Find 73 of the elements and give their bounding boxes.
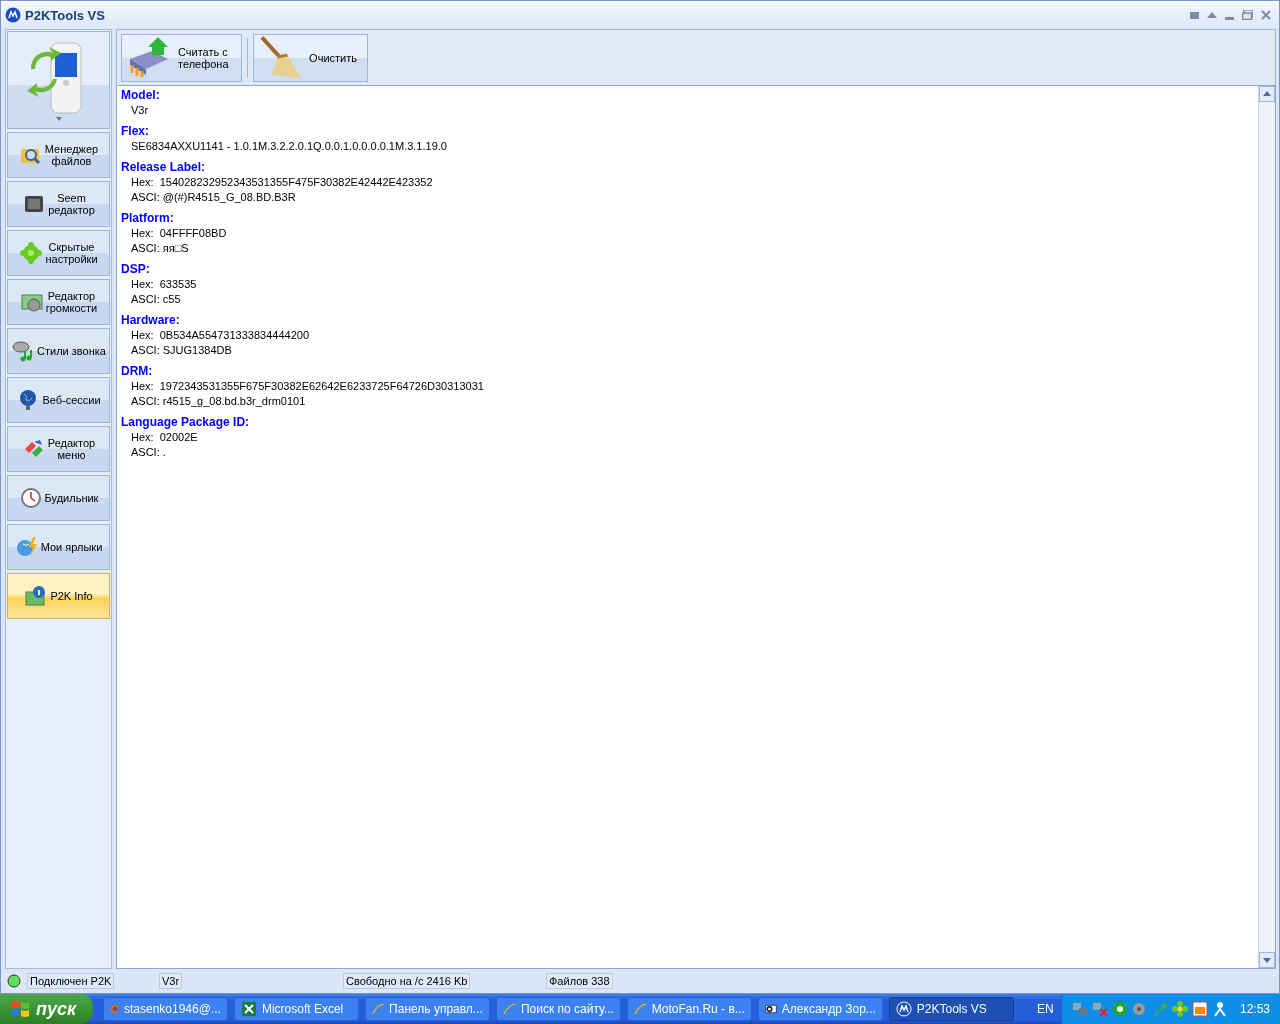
field-value: Hex: 1972343531355F675F30382E62642E6233725F64726D30313031 [130, 379, 485, 393]
square-icon[interactable] [1190, 11, 1199, 19]
toolbar-button[interactable]: Очистить [253, 33, 368, 82]
field-value: ASCI: яя□S [130, 241, 190, 255]
taskbar-button[interactable]: stasenko1946@... [102, 997, 228, 1021]
windows-flag-icon [10, 1000, 30, 1018]
field-value: Hex: 02002E [130, 430, 199, 444]
taskbar-button[interactable]: MotoFan.Ru - в... [626, 997, 752, 1021]
field-value: ASCI: c55 [130, 292, 182, 306]
network-icon[interactable] [1071, 1001, 1088, 1017]
app-logo-icon [895, 1001, 912, 1017]
field-value: Hex: 04FFFF08BD [130, 226, 228, 240]
app-logo-icon [5, 7, 21, 23]
field-value: SE6834AXXU1141 - 1.0.1M.3.2.2.0.1Q.0.0.1.0.0.0.0.1M.3.1.19.0 [130, 139, 448, 153]
scroll-up-icon[interactable] [1259, 86, 1275, 102]
field-heading: Language Package ID: [121, 415, 251, 429]
language-indicator[interactable]: EN [1029, 1002, 1061, 1016]
flower-icon[interactable] [1171, 1001, 1188, 1017]
sidebar-item[interactable]: Будильник [7, 475, 110, 521]
field-value: V3r [130, 103, 150, 117]
sidebar-item[interactable]: Менеджер файлов [7, 132, 110, 178]
caret-down-icon [55, 117, 62, 121]
taskbar-button[interactable]: Александр Зор... [757, 997, 883, 1021]
ring-icon[interactable] [1111, 1001, 1128, 1017]
field-value: Hex: 0B534A554731333834444200 [130, 328, 310, 342]
window-title: P2KTools VS [25, 7, 105, 23]
tool-icon [18, 486, 43, 510]
sidebar-item[interactable]: Редактор меню [7, 426, 110, 472]
taskbar-button[interactable]: Панель управл... [364, 997, 490, 1021]
field-value: ASCI: @(#)R4515_G_08.BD.B3R [130, 190, 297, 204]
sidebar-item[interactable]: P2K Info [7, 573, 110, 619]
field-heading: Model: [121, 88, 161, 102]
field-heading: Hardware: [121, 313, 181, 327]
status-panel: V3r [159, 973, 183, 989]
taskbar-button[interactable]: Microsoft Excel [233, 997, 359, 1021]
phone-sync-button[interactable] [7, 31, 110, 129]
start-button[interactable]: пуск [0, 994, 93, 1024]
restore-icon[interactable] [1242, 10, 1253, 20]
network-error-icon[interactable] [1091, 1001, 1108, 1017]
field-value: ASCI: r4515_g_08.bd.b3r_drm0101 [130, 394, 307, 408]
scroll-down-icon[interactable] [1259, 952, 1275, 968]
status-led-icon [7, 974, 21, 988]
figure-icon[interactable] [1211, 1001, 1228, 1017]
sidebar-item[interactable]: Редактор громкости [7, 279, 110, 325]
sidebar-item[interactable]: Мои ярлыки [7, 524, 110, 570]
status-panel: Свободно на /c 2416 Kb [343, 973, 471, 989]
calendar-icon[interactable] [1191, 1001, 1208, 1017]
taskbar-button[interactable]: Поиск по сайту... [495, 997, 621, 1021]
field-heading: Flex: [121, 124, 150, 138]
field-heading: Release Label: [121, 160, 207, 174]
field-heading: Platform: [121, 211, 175, 225]
status-panel: Файлов 338 [546, 973, 613, 989]
toolbar-button[interactable]: Считать с телефона [121, 33, 242, 82]
tool-icon [14, 535, 39, 559]
field-heading: DRM: [121, 364, 154, 378]
minimize-icon[interactable] [1225, 16, 1234, 20]
status-panel: Подключен P2K [27, 973, 115, 989]
tool-icon [19, 241, 44, 265]
field-value: Hex: 633535 [130, 277, 198, 291]
taskbar-button[interactable]: P2KTools VS [888, 997, 1014, 1021]
field-value: ASCI: SJUG1384DB [130, 343, 233, 357]
sidebar-item[interactable]: Seem редактор [7, 181, 110, 227]
sidebar-item[interactable]: Скрытые настройки [7, 230, 110, 276]
spreadsheet-icon [240, 1001, 257, 1017]
field-value: Hex: 154028232952343531355F475F30382E42442E423352 [130, 175, 434, 189]
speaker-icon[interactable] [1131, 1001, 1148, 1017]
field-heading: DSP: [121, 262, 151, 276]
close-icon[interactable] [1261, 10, 1271, 20]
clock: 12:53 [1239, 1002, 1270, 1016]
sidebar-item[interactable]: Стили звонка [7, 328, 110, 374]
sidebar-item[interactable]: Веб-сессии [7, 377, 110, 423]
caret-up-icon[interactable] [1207, 12, 1217, 18]
field-value: ASCI: . [130, 445, 167, 459]
